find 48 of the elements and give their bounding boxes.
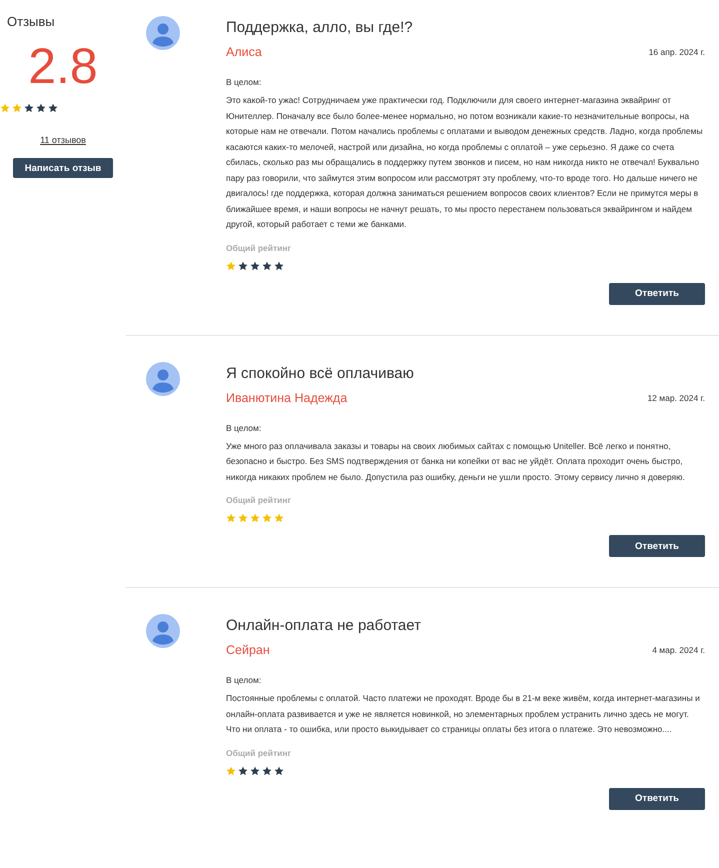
review-date: 4 мар. 2024 г. — [652, 645, 705, 655]
review-date: 16 апр. 2024 г. — [648, 47, 705, 57]
author-name: Иванютина Надежда — [226, 390, 348, 404]
rating-label: Общий рейтинг — [226, 495, 292, 505]
section-title: Отзывы — [7, 14, 55, 29]
star-icon — [274, 260, 284, 270]
star-icon — [48, 103, 58, 113]
section-label: В целом: — [226, 675, 262, 685]
reply-button[interactable]: Ответить — [609, 535, 705, 557]
star-icon — [250, 513, 260, 523]
rating-label: Общий рейтинг — [226, 242, 292, 252]
star-icon — [262, 766, 272, 776]
average-score: 2.8 — [28, 41, 98, 91]
star-icon — [262, 260, 272, 270]
reviews-count-link[interactable]: 11 отзывов — [40, 135, 86, 145]
star-icon — [274, 513, 284, 523]
rating-label: Общий рейтинг — [226, 748, 292, 758]
section-label: В целом: — [226, 77, 262, 87]
author-name: Алиса — [226, 45, 262, 59]
star-icon — [0, 103, 10, 113]
star-icon — [24, 103, 34, 113]
review-text: Уже много раз оплачивала заказы и товары на своих любимых сайтах с помощью Uniteller. Всё легко и понятно, безопасно и быстро. Без SMS подтверждения от банка ни копейки от вас не уйдёт. Оплата проходит очень быстро, никогда никаких проблем не было. Допустила раз ошибку, деньги не ушли просто. Этому сервису лично я доверяю. — [226, 440, 686, 484]
write-review-button[interactable]: Написать отзыв — [13, 158, 113, 178]
star-icon — [238, 766, 248, 776]
star-icon — [226, 260, 236, 270]
star-icon — [262, 513, 272, 523]
review-text: Постоянные проблемы с оплатой. Часто платежи не проходят. Вроде бы в 21-м веке живём, когда интернет-магазины и онлайн-оплата развивается и уже не является новинкой, но элементарных проблем устранить лично здесь не могут. Что ни оплата - то ошибка, или просто выкидывает со страницы оплаты без итога о платеже. Это невозможно.... — [226, 692, 701, 736]
reply-button[interactable]: Ответить — [609, 788, 705, 810]
review-title: Онлайн-оплата не работает — [226, 617, 422, 634]
star-icon — [36, 103, 46, 113]
avatar-icon — [146, 16, 180, 50]
star-icon — [226, 513, 236, 523]
review-title: Я спокойно всё оплачиваю — [226, 364, 415, 382]
star-icon — [250, 260, 260, 270]
star-icon — [250, 766, 260, 776]
review-title: Поддержка, алло, вы где!? — [226, 19, 414, 36]
review-date: 12 мар. 2024 г. — [647, 392, 705, 402]
star-icon — [226, 766, 236, 776]
star-icon — [274, 766, 284, 776]
star-icon — [238, 260, 248, 270]
review-text: Это какой-то ужас! Сотрудничаем уже практически год. Подключили для своего интернет-магазина эквайринг от Юнителлер. Поначалу все было более-менее нормально, но потом возникали какие-то незначительные вопросы, на которые нам не отвечали. Потом начались проблемы с оплатами и выводом денежных средств. Ладно, когда проблемы касаются каких-то мелочей, настрой или дизайна, но когда проблемы с оплатой – уже серьезно. Я даже со счета сбилась, сколько раз мы обращались в поддержку путем звонков и писем, но нам никогда никто не отвечал! Буквально пару раз говорили, что займутся этим вопросом или рассмотрят эту проблему, что-то вроде того. Но дальше ничего не двигалось! где поддержка, которая должна заниматься решением вопросов своих клиентов? Если не примутся меры в ближайшее время, и наши вопросы не начнут решать, то мы просто перестанем пользоваться эквайрингом и найдем другой, который работает с теми же банками. — [226, 94, 704, 231]
author-name: Сейран — [226, 643, 270, 657]
star-icon — [12, 103, 22, 113]
avatar-icon — [146, 614, 180, 648]
star-icon — [238, 513, 248, 523]
reply-button[interactable]: Ответить — [609, 282, 705, 304]
section-label: В целом: — [226, 422, 262, 432]
avatar-icon — [146, 362, 180, 396]
